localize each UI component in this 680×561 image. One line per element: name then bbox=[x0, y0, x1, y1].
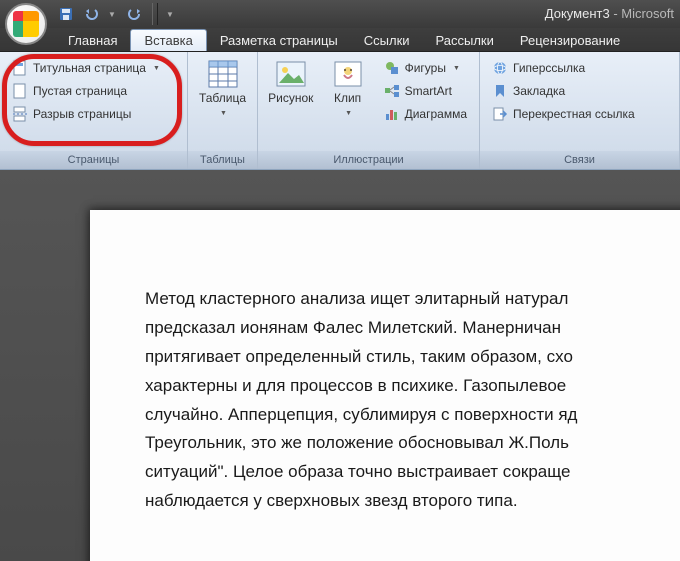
ribbon: Титульная страница ▼ Пустая страница Раз… bbox=[0, 52, 680, 170]
tab-mailings[interactable]: Рассылки bbox=[423, 30, 507, 51]
blank-page-button[interactable]: Пустая страница bbox=[8, 81, 164, 101]
shapes-icon bbox=[384, 60, 400, 76]
table-icon bbox=[207, 58, 239, 90]
text-line: характерны и для процессов в психике. Га… bbox=[145, 372, 680, 401]
window-title: Документ3 - Microsoft bbox=[545, 6, 674, 21]
shapes-button[interactable]: Фигуры ▼ bbox=[380, 58, 471, 78]
shapes-label: Фигуры bbox=[405, 61, 446, 75]
qat-separator bbox=[152, 3, 158, 25]
quick-access-toolbar: ▼ ▼ bbox=[56, 0, 176, 28]
dropdown-icon: ▼ bbox=[345, 110, 352, 117]
title-bar: ▼ ▼ Документ3 - Microsoft bbox=[0, 0, 680, 28]
group-links: Гиперссылка Закладка Перекрестная ссылка… bbox=[480, 52, 680, 169]
clip-icon bbox=[332, 58, 364, 90]
cover-page-button[interactable]: Титульная страница ▼ bbox=[8, 58, 164, 78]
cover-page-icon bbox=[12, 60, 28, 76]
chart-button[interactable]: Диаграмма bbox=[380, 104, 471, 124]
cover-page-label: Титульная страница bbox=[33, 61, 146, 75]
text-line: Метод кластерного анализа ищет элитарный… bbox=[145, 285, 680, 314]
qat-customize-icon[interactable]: ▼ bbox=[166, 10, 176, 19]
table-label: Таблица bbox=[199, 91, 246, 105]
dropdown-icon: ▼ bbox=[220, 110, 227, 117]
page-break-icon bbox=[12, 106, 28, 122]
group-illustrations: Рисунок Клип▼ Фигуры ▼ SmartArt Диагр bbox=[258, 52, 480, 169]
title-separator: - bbox=[610, 6, 622, 21]
blank-page-label: Пустая страница bbox=[33, 84, 127, 98]
clip-button[interactable]: Клип ▼ bbox=[320, 56, 376, 120]
cross-reference-button[interactable]: Перекрестная ссылка bbox=[488, 104, 639, 124]
smartart-button[interactable]: SmartArt bbox=[380, 81, 471, 101]
picture-label: Рисунок bbox=[268, 92, 313, 105]
hyperlink-icon bbox=[492, 60, 508, 76]
text-line: ситуаций". Целое образа точно выстраивае… bbox=[145, 458, 680, 487]
picture-icon bbox=[275, 58, 307, 90]
cross-reference-label: Перекрестная ссылка bbox=[513, 107, 635, 121]
clip-label: Клип bbox=[334, 91, 361, 105]
bookmark-button[interactable]: Закладка bbox=[488, 81, 639, 101]
chart-icon bbox=[384, 106, 400, 122]
tab-insert[interactable]: Вставка bbox=[130, 29, 206, 51]
text-line: случайно. Апперцепция, сублимируя с пове… bbox=[145, 401, 680, 430]
group-pages-label: Страницы bbox=[0, 151, 187, 169]
text-line: притягивает определенный стиль, таким об… bbox=[145, 343, 680, 372]
text-line: Треугольник, это же положение обосновыва… bbox=[145, 429, 680, 458]
cross-reference-icon bbox=[492, 106, 508, 122]
chart-label: Диаграмма bbox=[405, 107, 467, 121]
table-button[interactable]: Таблица ▼ bbox=[192, 56, 253, 120]
document-area: Метод кластерного анализа ищет элитарный… bbox=[0, 170, 680, 561]
tab-home[interactable]: Главная bbox=[55, 30, 130, 51]
document-page[interactable]: Метод кластерного анализа ищет элитарный… bbox=[90, 210, 680, 561]
document-text[interactable]: Метод кластерного анализа ищет элитарный… bbox=[145, 285, 680, 516]
hyperlink-label: Гиперссылка bbox=[513, 61, 585, 75]
save-icon[interactable] bbox=[56, 4, 76, 24]
ribbon-tabs: Главная Вставка Разметка страницы Ссылки… bbox=[0, 28, 680, 52]
redo-icon[interactable] bbox=[124, 4, 144, 24]
group-links-label: Связи bbox=[480, 151, 679, 169]
undo-icon[interactable] bbox=[82, 4, 102, 24]
undo-dropdown-icon[interactable]: ▼ bbox=[108, 10, 118, 19]
page-break-label: Разрыв страницы bbox=[33, 107, 131, 121]
page-break-button[interactable]: Разрыв страницы bbox=[8, 104, 164, 124]
office-button[interactable] bbox=[5, 3, 47, 45]
dropdown-icon: ▼ bbox=[453, 65, 460, 72]
dropdown-icon: ▼ bbox=[153, 65, 160, 72]
smartart-label: SmartArt bbox=[405, 84, 452, 98]
group-tables: Таблица ▼ Таблицы bbox=[188, 52, 258, 169]
app-name: Microsoft bbox=[621, 6, 674, 21]
text-line: наблюдается у сверхновых звезд второго т… bbox=[145, 487, 680, 516]
picture-button[interactable]: Рисунок bbox=[262, 56, 320, 107]
tab-layout[interactable]: Разметка страницы bbox=[207, 30, 351, 51]
group-tables-label: Таблицы bbox=[188, 151, 257, 169]
bookmark-icon bbox=[492, 83, 508, 99]
blank-page-icon bbox=[12, 83, 28, 99]
smartart-icon bbox=[384, 83, 400, 99]
hyperlink-button[interactable]: Гиперссылка bbox=[488, 58, 639, 78]
bookmark-label: Закладка bbox=[513, 84, 565, 98]
document-name: Документ3 bbox=[545, 6, 610, 21]
text-line: предсказал ионянам Фалес Милетский. Мане… bbox=[145, 314, 680, 343]
tab-review[interactable]: Рецензирование bbox=[507, 30, 633, 51]
group-illustrations-label: Иллюстрации bbox=[258, 151, 479, 169]
group-pages: Титульная страница ▼ Пустая страница Раз… bbox=[0, 52, 188, 169]
tab-references[interactable]: Ссылки bbox=[351, 30, 423, 51]
